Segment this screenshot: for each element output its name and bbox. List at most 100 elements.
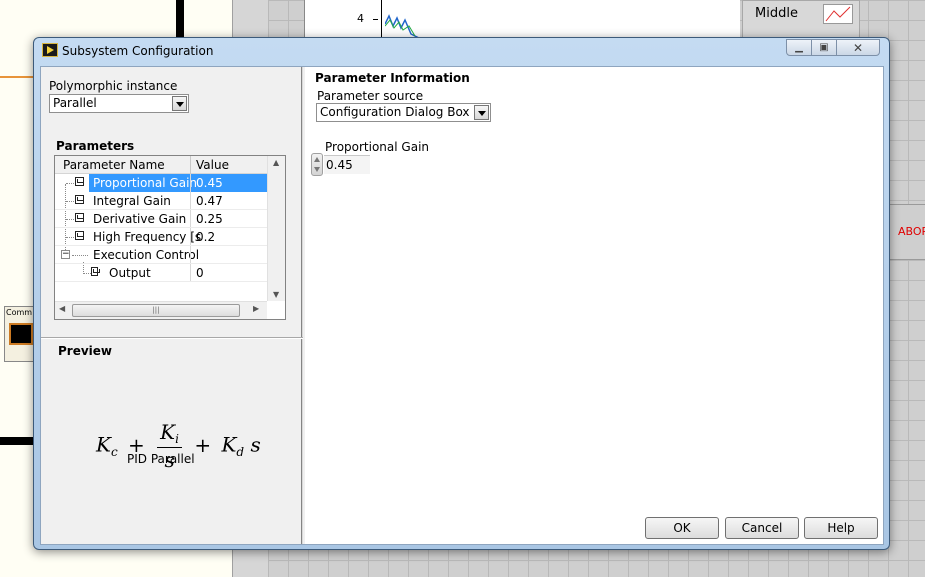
scroll-thumb[interactable]: ||| xyxy=(72,304,240,317)
column-separator xyxy=(190,246,191,264)
formula-subscript: d xyxy=(236,444,245,459)
formula-term: K xyxy=(221,432,237,457)
tree-row-proportional-gain[interactable]: Proportional Gain 0.45 xyxy=(55,174,267,192)
tree-row-derivative-gain[interactable]: Derivative Gain 0.25 xyxy=(55,210,267,228)
param-name: Output xyxy=(109,266,151,280)
proportional-gain-control[interactable]: 0.45 xyxy=(311,153,370,176)
labview-icon xyxy=(42,43,58,57)
maximize-button[interactable]: ▣ xyxy=(811,39,837,56)
param-name: Integral Gain xyxy=(93,194,171,208)
column-separator xyxy=(190,192,191,210)
tree-row-output[interactable]: Output 0 xyxy=(55,264,267,282)
dialog-title: Subsystem Configuration xyxy=(62,44,214,58)
legend-label: Middle xyxy=(755,6,798,21)
parameter-information-heading: Parameter Information xyxy=(315,71,470,85)
polymorphic-instance-select[interactable]: Parallel xyxy=(49,94,189,113)
parameter-source-label: Parameter source xyxy=(317,89,424,103)
tree-row-execution-control[interactable]: − Execution Control xyxy=(55,246,267,264)
param-value: 0.47 xyxy=(196,194,223,208)
ok-button[interactable]: OK xyxy=(645,517,719,539)
numeric-param-icon xyxy=(75,177,84,186)
column-separator xyxy=(190,174,191,192)
proportional-gain-input[interactable]: 0.45 xyxy=(324,155,370,174)
abort-label: ABOR xyxy=(898,225,925,238)
param-name: Execution Control xyxy=(93,248,200,262)
polymorphic-instance-label: Polymorphic instance xyxy=(49,79,178,93)
collapse-icon[interactable]: − xyxy=(61,250,70,259)
column-header-value[interactable]: Value xyxy=(196,158,229,172)
tree-connector xyxy=(72,255,88,256)
parameters-heading: Parameters xyxy=(56,139,135,153)
numeric-param-icon xyxy=(75,213,84,222)
minimize-button[interactable]: ▁ xyxy=(786,39,812,56)
preview-caption: PID Parallel xyxy=(127,452,195,466)
chart-tick-mark xyxy=(373,19,378,20)
polymorphic-instance-value: Parallel xyxy=(53,96,97,110)
numeric-param-icon xyxy=(75,231,84,240)
formula-subscript: c xyxy=(110,444,118,459)
formula-term: K xyxy=(160,420,176,444)
node-label: Comm xyxy=(6,308,33,317)
tree-connector xyxy=(66,219,74,220)
column-separator xyxy=(190,210,191,228)
close-button[interactable]: ✕ xyxy=(836,39,880,56)
parameter-source-select[interactable]: Configuration Dialog Box xyxy=(316,103,491,122)
param-value: 0.45 xyxy=(196,176,223,190)
column-header-name[interactable]: Parameter Name xyxy=(63,158,165,172)
tree-row-integral-gain[interactable]: Integral Gain 0.47 xyxy=(55,192,267,210)
plot-legend: Middle xyxy=(742,0,860,38)
dialog-client-area: Polymorphic instance Parallel Parameters… xyxy=(40,66,884,545)
fraction-numerator: Ki xyxy=(157,420,182,448)
preview-heading: Preview xyxy=(58,344,113,358)
chart-y-tick: 4 xyxy=(357,12,364,25)
close-icon: ✕ xyxy=(852,40,864,55)
pane-divider xyxy=(41,337,303,339)
scroll-up-icon[interactable]: ▲ xyxy=(273,158,279,167)
column-separator xyxy=(190,156,191,174)
vertical-scrollbar[interactable]: ▲ ▼ xyxy=(267,156,285,301)
parameters-tree[interactable]: Parameter Name Value Proportional Gain 0… xyxy=(54,155,286,320)
plus-sign: + xyxy=(194,432,212,457)
formula-subscript: i xyxy=(175,432,179,446)
numeric-param-icon xyxy=(75,195,84,204)
scroll-right-icon[interactable]: ▶ xyxy=(253,304,259,313)
column-separator xyxy=(190,264,191,282)
subsystem-configuration-dialog: Subsystem Configuration ▁ ▣ ✕ Polymorphi… xyxy=(33,37,890,550)
tree-connector xyxy=(66,237,74,238)
chevron-down-icon[interactable] xyxy=(172,96,187,111)
column-separator xyxy=(190,228,191,246)
param-value: 0.2 xyxy=(196,230,216,244)
title-bar[interactable]: Subsystem Configuration ▁ ▣ ✕ xyxy=(34,38,889,66)
row-divider xyxy=(55,281,267,282)
chevron-down-icon[interactable] xyxy=(474,105,489,120)
chart-plot-area xyxy=(381,0,741,38)
tree-connector xyxy=(83,273,91,274)
left-pane: Polymorphic instance Parallel Parameters… xyxy=(41,67,303,544)
increment-decrement-icon[interactable] xyxy=(311,153,323,176)
subvi-node[interactable]: Comm xyxy=(4,306,34,362)
formula-term: K xyxy=(96,432,111,457)
param-value: 0 xyxy=(196,266,204,280)
horizontal-scrollbar[interactable]: ◀ ||| ▶ xyxy=(55,301,267,319)
right-pane: Parameter Information Parameter source C… xyxy=(305,67,883,544)
minimize-icon: ▁ xyxy=(795,42,803,53)
tree-row-high-frequency[interactable]: High Frequency [s 0.2 xyxy=(55,228,267,246)
output-param-icon xyxy=(91,267,100,276)
maximize-icon: ▣ xyxy=(819,42,829,53)
param-name: High Frequency [s xyxy=(93,230,202,244)
tree-connector xyxy=(66,201,74,202)
param-value: 0.25 xyxy=(196,212,223,226)
numeric-control-label: Proportional Gain xyxy=(325,140,430,154)
param-name: Proportional Gain xyxy=(93,176,198,190)
subvi-icon xyxy=(9,323,33,345)
legend-swatch xyxy=(823,4,853,24)
scroll-left-icon[interactable]: ◀ xyxy=(59,304,65,313)
parameter-source-value: Configuration Dialog Box xyxy=(320,105,470,119)
cancel-button[interactable]: Cancel xyxy=(725,517,799,539)
help-button[interactable]: Help xyxy=(804,517,878,539)
scroll-down-icon[interactable]: ▼ xyxy=(273,290,279,299)
tree-header: Parameter Name Value xyxy=(55,156,267,174)
abort-button[interactable]: ABOR xyxy=(890,204,925,260)
chart-control: 4 xyxy=(304,0,740,38)
chart-trace xyxy=(385,14,420,38)
